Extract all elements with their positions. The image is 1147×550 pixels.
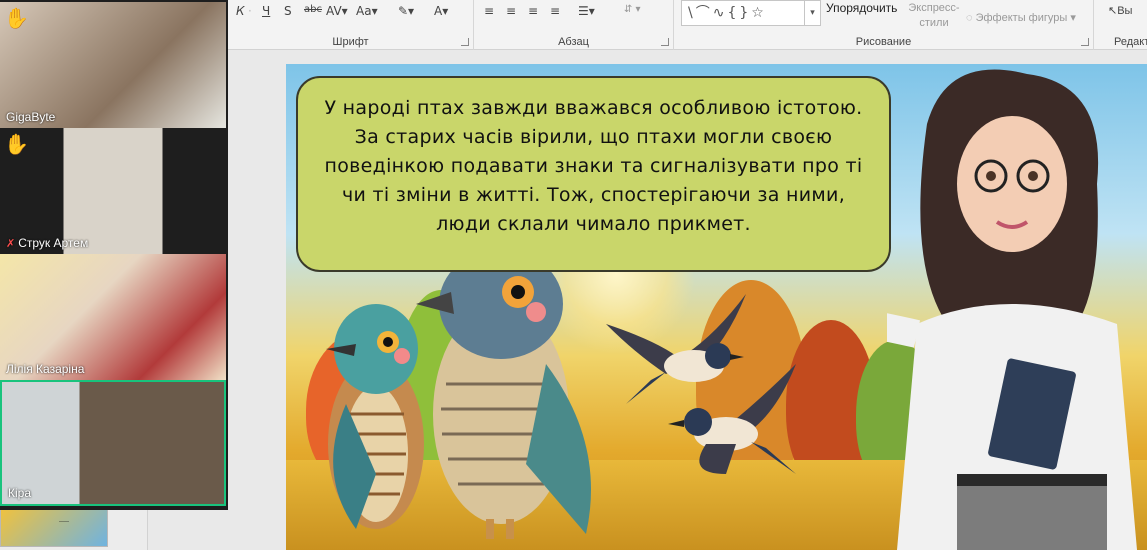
participant-name: ✗ Струк Артем [6, 236, 88, 250]
app-window: К · Ч S abc AV▾ Aa▾ ✎▾ A▾ Шрифт ≡ ≡ ≡ ≡ … [0, 0, 1147, 550]
shape-brace-right-icon[interactable]: } [739, 5, 751, 21]
shape-star-icon[interactable]: ☆ [751, 5, 767, 21]
strike-button[interactable]: abc [304, 4, 322, 15]
video-tile-gigabyte[interactable]: ✋ GigaByte [0, 2, 226, 128]
cursor-icon: ↖ [1108, 5, 1118, 17]
shapes-gallery[interactable]: \⌒∿{}☆ ▾ [681, 0, 821, 26]
thumbnail-text: ----- [59, 519, 69, 525]
columns-icon[interactable]: ☰▾ [578, 4, 595, 18]
shape-effects-icon: ◌ [966, 12, 976, 24]
paragraph-launcher-icon[interactable] [661, 38, 669, 46]
font-launcher-icon[interactable] [461, 38, 469, 46]
video-tile-liliia-kazarina[interactable]: Лілія Казаріна [0, 254, 226, 380]
drawing-group-label: Рисование [855, 36, 912, 48]
video-tile-struk-artem[interactable]: ✋ ✗ Струк Артем [0, 128, 226, 254]
justify-icon[interactable]: ≡ [550, 4, 560, 18]
shape-wave-icon[interactable]: ∿ [713, 5, 728, 21]
video-call-panel: ✋ GigaByte ✋ ✗ Струк Артем Лілія Казаріна… [0, 0, 228, 510]
char-spacing-button[interactable]: AV▾ [326, 4, 348, 18]
highlight-icon[interactable]: ✎▾ [398, 4, 414, 18]
gallery-more-icon[interactable]: ▾ [804, 1, 820, 25]
paragraph-group-label: Абзац [558, 36, 589, 48]
cuckoo-bird-right [416, 249, 591, 539]
align-center-icon[interactable]: ≡ [506, 4, 516, 18]
align-left-icon[interactable]: ≡ [484, 4, 494, 18]
shape-line-icon[interactable]: \ [688, 5, 696, 21]
select-button[interactable]: ↖Вы [1108, 4, 1132, 17]
participant-name: GigaByte [6, 110, 56, 124]
slide-thumbnail[interactable]: ----- [0, 505, 108, 547]
drawing-group: \⌒∿{}☆ ▾ Упорядочить Экспресс- стили ◌ Э… [674, 0, 1094, 50]
editing-group-label: Редакт [1114, 36, 1147, 48]
editing-group: ↖Вы Редакт [1104, 0, 1147, 50]
drawing-launcher-icon[interactable] [1081, 38, 1089, 46]
change-case-button[interactable]: Aa▾ [356, 4, 378, 18]
paragraph-group: ≡ ≡ ≡ ≡ ☰▾ ⇵ ▾ Абзац [474, 0, 674, 50]
arrange-button[interactable]: Упорядочить [826, 1, 897, 15]
font-color-icon[interactable]: A▾ [434, 4, 448, 18]
raised-hand-icon: ✋ [4, 134, 29, 156]
teacher-illustration [887, 69, 1137, 550]
swallow-bird-bottom [668, 364, 796, 474]
font-group: К · Ч S abc AV▾ Aa▾ ✎▾ A▾ Шрифт [228, 0, 474, 50]
participant-name: Лілія Казаріна [6, 362, 85, 376]
strikethrough-icon[interactable]: · [248, 4, 252, 18]
mic-off-icon: ✗ [6, 238, 16, 250]
font-group-label: Шрифт [332, 36, 369, 48]
slide-text[interactable]: У народі птах завжди вважався особливою … [316, 94, 871, 239]
shape-brace-left-icon[interactable]: { [727, 5, 739, 21]
participant-name: Кіра [8, 486, 32, 500]
text-direction-icon[interactable]: ⇵ ▾ [624, 4, 641, 15]
align-right-icon[interactable]: ≡ [528, 4, 538, 18]
underline-button[interactable]: Ч [262, 4, 270, 18]
shape-curve-icon[interactable]: ⌒ [696, 5, 713, 21]
quick-styles-button[interactable]: Экспресс- стили [904, 1, 964, 31]
raised-hand-icon: ✋ [4, 8, 29, 30]
shape-effects-label: Эффекты фигуры [975, 12, 1068, 24]
participant-name-text: Струк Артем [18, 236, 89, 250]
video-tile-kira[interactable]: Кіра [0, 380, 226, 506]
slide-canvas[interactable]: У народі птах завжди вважався особливою … [286, 64, 1147, 550]
italic-button[interactable]: К [236, 4, 245, 18]
select-label: Вы [1117, 5, 1133, 17]
speech-bubble[interactable]: У народі птах завжди вважався особливою … [296, 76, 891, 272]
shape-effects-button[interactable]: ◌ Эффекты фигуры ▾ [966, 11, 1076, 24]
shadow-button[interactable]: S [284, 4, 292, 18]
